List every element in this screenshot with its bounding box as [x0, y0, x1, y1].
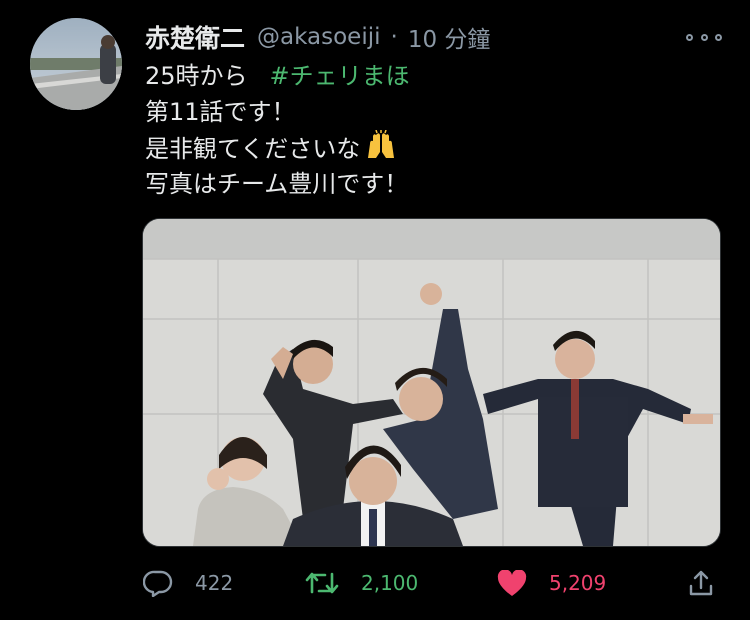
profile-avatar[interactable]: [30, 18, 122, 110]
reply-count: 422: [195, 571, 234, 595]
tweet-header: 赤楚衛二 @akasoeiji · 10 分鐘: [145, 20, 490, 54]
raising-hands-emoji-icon: [364, 129, 398, 170]
header-separator: ·: [390, 24, 398, 50]
tweet-action-bar: 422 2,100 5,209: [0, 560, 750, 606]
tweet-photo[interactable]: [142, 218, 721, 547]
retweet-action[interactable]: 2,100: [305, 560, 418, 606]
tweet-line: 是非観てくださいな: [145, 129, 410, 166]
retweet-icon: [305, 572, 339, 594]
display-name[interactable]: 赤楚衛二: [145, 19, 245, 55]
heart-icon: [497, 569, 527, 596]
more-dot: [700, 33, 708, 41]
avatar-image: [30, 18, 122, 110]
like-count: 5,209: [549, 571, 607, 595]
more-options-icon[interactable]: [686, 29, 722, 45]
like-action[interactable]: 5,209: [497, 560, 606, 606]
tweet-line-text: 25時から: [145, 62, 248, 90]
share-action[interactable]: [688, 560, 714, 606]
more-dot: [715, 33, 722, 41]
reply-icon: [143, 570, 173, 597]
hashtag-link[interactable]: #チェリまほ: [270, 62, 410, 90]
tweet-line: 写真はチーム豊川です！: [145, 170, 409, 198]
reply-action[interactable]: 422: [143, 560, 233, 606]
share-icon: [689, 570, 713, 596]
tweet-timestamp[interactable]: 10 分鐘: [408, 20, 491, 54]
group-photo-image: [143, 219, 720, 546]
tweet-text: 25時から #チェリまほ 第11話です！ 是非観てくださいな 写真はチーム豊川です…: [145, 58, 410, 202]
tweet-line: 25時から #チェリまほ: [145, 58, 410, 94]
tweet-line: 第11話です！: [145, 98, 296, 126]
retweet-count: 2,100: [361, 571, 419, 595]
user-handle[interactable]: @akasoeiji: [257, 24, 380, 50]
more-dot: [686, 33, 693, 41]
tweet-line-text: 是非観てくださいな: [145, 135, 361, 163]
